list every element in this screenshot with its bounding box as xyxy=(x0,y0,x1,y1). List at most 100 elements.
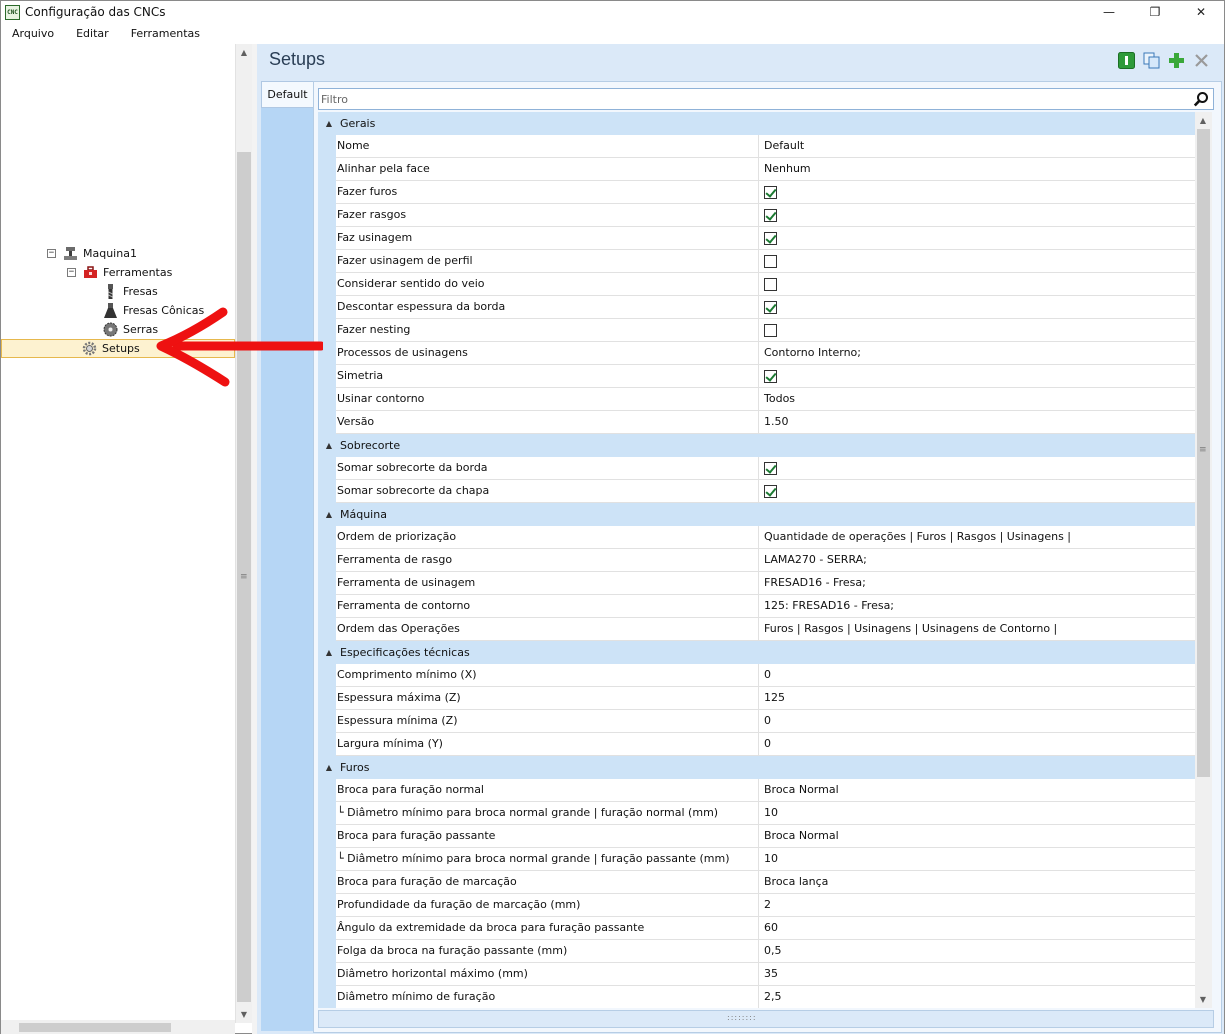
property-row[interactable]: Alinhar pela face Nenhum xyxy=(318,158,1195,181)
scroll-up-arrow-icon[interactable]: ▲ xyxy=(1195,112,1211,129)
tree-horizontal-scrollbar[interactable] xyxy=(1,1020,235,1034)
property-value[interactable]: 2,5 xyxy=(760,986,1195,1008)
restore-button[interactable]: ❐ xyxy=(1132,1,1178,23)
property-row[interactable]: └ Diâmetro mínimo para broca normal gran… xyxy=(318,848,1195,871)
property-row[interactable]: Espessura mínima (Z) 0 xyxy=(318,710,1195,733)
property-row[interactable]: Considerar sentido do veio xyxy=(318,273,1195,296)
property-value[interactable]: Broca Normal xyxy=(760,825,1195,847)
property-row[interactable]: Fazer nesting xyxy=(318,319,1195,342)
scroll-down-arrow-icon[interactable]: ▼ xyxy=(1195,991,1211,1008)
property-value[interactable]: Broca lança xyxy=(760,871,1195,893)
collapse-arrow-icon[interactable]: ▲ xyxy=(318,648,340,657)
checkbox-checked[interactable] xyxy=(764,462,777,475)
category-header[interactable]: ▲ Máquina xyxy=(318,503,1195,526)
tree-node-maquina1[interactable]: − Maquina1 xyxy=(47,244,137,262)
property-row[interactable]: Ferramenta de usinagem FRESAD16 - Fresa; xyxy=(318,572,1195,595)
property-value[interactable]: 125: FRESAD16 - Fresa; xyxy=(760,595,1195,617)
property-row[interactable]: Broca para furação passante Broca Normal xyxy=(318,825,1195,848)
category-header[interactable]: ▲ Sobrecorte xyxy=(318,434,1195,457)
checkbox-checked[interactable] xyxy=(764,485,777,498)
scroll-thumb[interactable]: ≡ xyxy=(1197,129,1210,777)
property-value[interactable]: Nenhum xyxy=(760,158,1195,180)
checkbox-checked[interactable] xyxy=(764,301,777,314)
scroll-up-arrow-icon[interactable]: ▲ xyxy=(236,44,252,61)
property-value[interactable]: Quantidade de operações | Furos | Rasgos… xyxy=(760,526,1195,548)
property-row[interactable]: Diâmetro mínimo de furação 2,5 xyxy=(318,986,1195,1008)
property-row[interactable]: Profundidade da furação de marcação (mm)… xyxy=(318,894,1195,917)
scroll-thumb[interactable]: ≡ xyxy=(237,152,251,1002)
property-row[interactable]: Descontar espessura da borda xyxy=(318,296,1195,319)
property-row[interactable]: Ângulo da extremidade da broca para fura… xyxy=(318,917,1195,940)
property-row[interactable]: Fazer furos xyxy=(318,181,1195,204)
property-value[interactable]: FRESAD16 - Fresa; xyxy=(760,572,1195,594)
property-row[interactable]: Broca para furação de marcação Broca lanç… xyxy=(318,871,1195,894)
menu-editar[interactable]: Editar xyxy=(65,23,120,44)
property-row[interactable]: Versão 1.50 xyxy=(318,411,1195,434)
property-value[interactable]: 125 xyxy=(760,687,1195,709)
property-value[interactable]: 0 xyxy=(760,664,1195,686)
checkbox-unchecked[interactable] xyxy=(764,255,777,268)
property-row[interactable]: Nome Default xyxy=(318,135,1195,158)
category-header[interactable]: ▲ Furos xyxy=(318,756,1195,779)
scroll-down-arrow-icon[interactable]: ▼ xyxy=(236,1006,252,1023)
property-value[interactable]: 35 xyxy=(760,963,1195,985)
tree-node-fresas[interactable]: Fresas xyxy=(103,282,158,300)
property-value[interactable]: Broca Normal xyxy=(760,779,1195,801)
collapse-toggle[interactable]: − xyxy=(47,248,56,258)
filter-box[interactable] xyxy=(318,88,1214,110)
tree-node-ferramentas[interactable]: − Ferramentas xyxy=(67,263,172,281)
property-value[interactable]: Contorno Interno; xyxy=(760,342,1195,364)
checkbox-checked[interactable] xyxy=(764,370,777,383)
grid-resize-bar[interactable]: :::::::: xyxy=(318,1010,1214,1028)
tree-node-serras[interactable]: Serras xyxy=(103,320,158,338)
category-header[interactable]: ▲ Gerais xyxy=(318,112,1195,135)
collapse-arrow-icon[interactable]: ▲ xyxy=(318,441,340,450)
scroll-thumb[interactable] xyxy=(19,1023,171,1032)
property-row[interactable]: Ferramenta de contorno 125: FRESAD16 - Fr… xyxy=(318,595,1195,618)
delete-icon[interactable] xyxy=(1192,51,1210,69)
menu-arquivo[interactable]: Arquivo xyxy=(1,23,65,44)
property-row[interactable]: Espessura máxima (Z) 125 xyxy=(318,687,1195,710)
menu-ferramentas[interactable]: Ferramentas xyxy=(120,23,211,44)
property-row[interactable]: └ Diâmetro mínimo para broca normal gran… xyxy=(318,802,1195,825)
property-value[interactable]: 2 xyxy=(760,894,1195,916)
add-icon[interactable] xyxy=(1167,51,1185,69)
filter-input[interactable] xyxy=(321,91,1181,107)
property-row[interactable]: Fazer usinagem de perfil xyxy=(318,250,1195,273)
collapse-arrow-icon[interactable]: ▲ xyxy=(318,119,340,128)
tab-default[interactable]: Default xyxy=(261,81,313,108)
checkbox-checked[interactable] xyxy=(764,186,777,199)
property-value[interactable]: 1.50 xyxy=(760,411,1195,433)
property-value[interactable]: Todos xyxy=(760,388,1195,410)
property-row[interactable]: Fazer rasgos xyxy=(318,204,1195,227)
copy-icon[interactable] xyxy=(1142,51,1160,69)
collapse-arrow-icon[interactable]: ▲ xyxy=(318,510,340,519)
checkbox-unchecked[interactable] xyxy=(764,324,777,337)
property-row[interactable]: Simetria xyxy=(318,365,1195,388)
property-row[interactable]: Ferramenta de rasgo LAMA270 - SERRA; xyxy=(318,549,1195,572)
property-value[interactable]: 0 xyxy=(760,710,1195,732)
property-row[interactable]: Broca para furação normal Broca Normal xyxy=(318,779,1195,802)
property-row[interactable]: Somar sobrecorte da borda xyxy=(318,457,1195,480)
property-row[interactable]: Ordem das Operações Furos | Rasgos | Usin… xyxy=(318,618,1195,641)
checkbox-checked[interactable] xyxy=(764,232,777,245)
search-icon[interactable] xyxy=(1193,91,1210,108)
close-button[interactable]: ✕ xyxy=(1178,1,1224,23)
grid-vertical-scrollbar[interactable]: ▲ ≡ ▼ xyxy=(1195,112,1212,1008)
info-icon[interactable] xyxy=(1117,51,1135,69)
property-value[interactable]: 0,5 xyxy=(760,940,1195,962)
property-row[interactable]: Usinar contorno Todos xyxy=(318,388,1195,411)
property-row[interactable]: Ordem de priorização Quantidade de operaç… xyxy=(318,526,1195,549)
checkbox-unchecked[interactable] xyxy=(764,278,777,291)
collapse-toggle[interactable]: − xyxy=(67,267,76,277)
property-row[interactable]: Somar sobrecorte da chapa xyxy=(318,480,1195,503)
property-value[interactable]: 0 xyxy=(760,733,1195,755)
property-row[interactable]: Faz usinagem xyxy=(318,227,1195,250)
tree-vertical-scrollbar[interactable]: ▲ ≡ ▼ xyxy=(235,44,252,1023)
property-value[interactable]: 10 xyxy=(760,802,1195,824)
property-value[interactable]: Default xyxy=(760,135,1195,157)
collapse-arrow-icon[interactable]: ▲ xyxy=(318,763,340,772)
property-value[interactable]: Furos | Rasgos | Usinagens | Usinagens d… xyxy=(760,618,1195,640)
checkbox-checked[interactable] xyxy=(764,209,777,222)
property-value[interactable]: 10 xyxy=(760,848,1195,870)
